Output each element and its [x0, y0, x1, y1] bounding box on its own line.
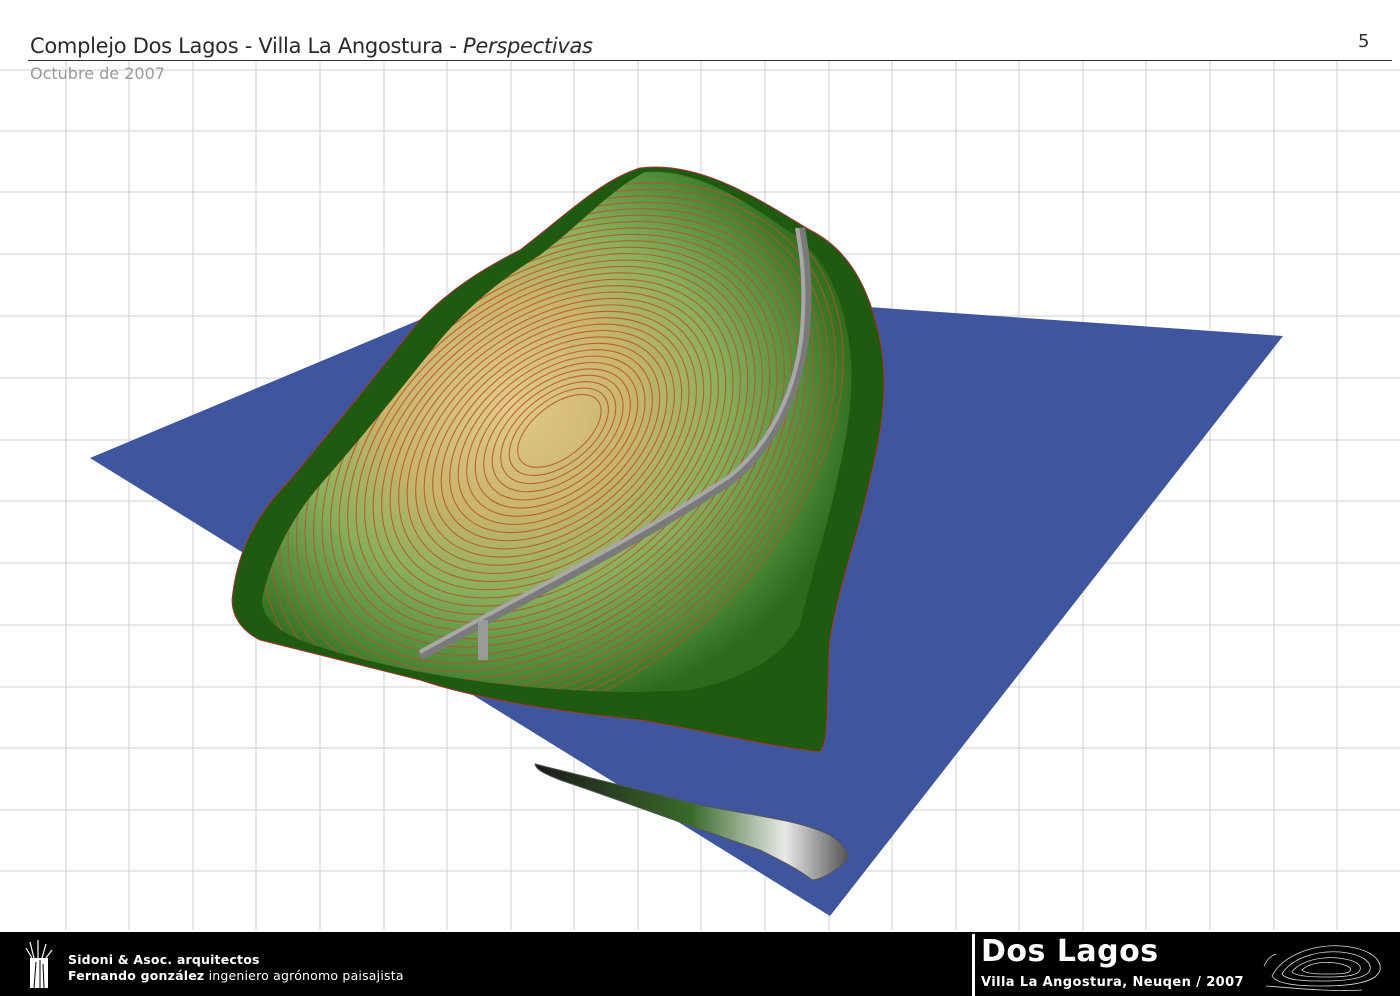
contour-map-thumbnail [1263, 945, 1381, 991]
footer-divider [972, 934, 975, 996]
firm-name: Sidoni & Asoc. arquitectos [68, 952, 260, 967]
team-name: Fernando gonzález [68, 968, 205, 983]
brand-title: Dos Lagos [981, 934, 1159, 969]
bridge-pillar [478, 620, 488, 660]
team-credit: Fernando gonzález ingeniero agrónomo pai… [68, 968, 404, 983]
grass-tuft-logo [25, 940, 53, 989]
terrain-perspective-render [90, 166, 1283, 916]
team-role: ingeniero agrónomo paisajista [204, 968, 404, 983]
footer-bar: Sidoni & Asoc. arquitectos Fernando gonz… [0, 932, 1400, 996]
brand-location: Villa La Angostura, Neuqen / 2007 [981, 975, 1244, 990]
